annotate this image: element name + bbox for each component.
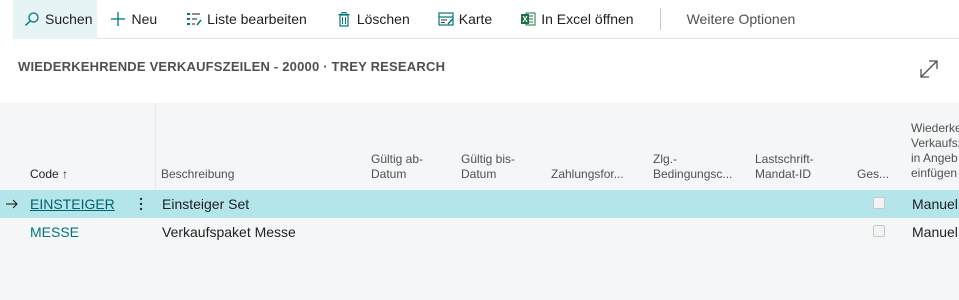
trash-icon — [335, 10, 353, 28]
open-in-excel-label: In Excel öffnen — [541, 11, 634, 27]
card-button[interactable]: Karte — [437, 0, 492, 39]
search-button[interactable]: Suchen — [13, 0, 98, 39]
row-description: Verkaufspaket Messe — [162, 224, 296, 240]
edit-list-icon — [185, 10, 203, 28]
row-blocked-checkbox[interactable] — [873, 225, 885, 237]
row-insert-value[interactable]: Manuel — [912, 190, 958, 218]
row-code-link[interactable]: MESSE — [30, 218, 79, 246]
new-label: Neu — [131, 11, 158, 27]
more-options-button[interactable]: Weitere Optionen — [687, 0, 796, 39]
action-bar: Suchen Neu Liste bearbeiten Löschen Kart… — [13, 0, 959, 39]
grid-header: Code ↑ Beschreibung Gültig ab- Datum Gül… — [0, 103, 959, 189]
row-description: Einsteiger Set — [162, 196, 250, 212]
page-title: WIEDERKEHRENDE VERKAUFSZEILEN - 20000 · … — [18, 59, 446, 74]
column-header-blocked[interactable]: Ges... — [857, 167, 889, 182]
toolbar-divider — [659, 8, 661, 30]
current-row-arrow-icon — [5, 197, 19, 211]
edit-list-label: Liste bearbeiten — [207, 11, 307, 27]
delete-button[interactable]: Löschen — [335, 0, 410, 39]
row-blocked-checkbox[interactable] — [873, 197, 885, 209]
edit-list-button[interactable]: Liste bearbeiten — [185, 0, 307, 39]
column-header-insert-recurring[interactable]: Wiederke Verkaufsz in Angeb einfügen — [911, 121, 959, 181]
column-header-payment-method[interactable]: Zahlungsfor... — [551, 167, 624, 182]
more-options-label: Weitere Optionen — [686, 11, 796, 27]
expand-icon[interactable] — [917, 57, 941, 81]
column-header-valid-to[interactable]: Gültig bis- Datum — [461, 152, 515, 182]
recurring-sales-lines-grid: Code ↑ Beschreibung Gültig ab- Datum Gül… — [0, 103, 959, 300]
row-code-link[interactable]: EINSTEIGER — [30, 190, 115, 218]
header-divider — [155, 103, 156, 189]
table-row[interactable]: MESSE Verkaufspaket Messe Manuel — [0, 218, 959, 246]
new-button[interactable]: Neu — [109, 0, 157, 39]
column-header-code[interactable]: Code ↑ — [30, 167, 68, 182]
svg-text:X: X — [523, 15, 529, 24]
column-header-payment-terms[interactable]: Zlg.- Bedingungsc... — [653, 152, 732, 182]
row-actions-icon[interactable] — [136, 195, 146, 213]
sort-ascending-icon: ↑ — [62, 167, 69, 181]
excel-icon: X — [519, 10, 537, 28]
column-header-valid-from[interactable]: Gültig ab- Datum — [371, 152, 423, 182]
table-row[interactable]: EINSTEIGER Einsteiger Set Manuel — [0, 190, 959, 218]
column-header-description[interactable]: Beschreibung — [161, 167, 234, 182]
plus-icon — [109, 10, 127, 28]
delete-label: Löschen — [356, 11, 410, 27]
column-header-mandate-id[interactable]: Lastschrift- Mandat-ID — [755, 152, 814, 182]
open-in-excel-button[interactable]: X In Excel öffnen — [519, 0, 634, 39]
row-insert-value[interactable]: Manuel — [912, 218, 958, 246]
search-icon — [23, 10, 41, 28]
card-icon — [437, 10, 455, 28]
card-label: Karte — [458, 11, 493, 27]
search-label: Suchen — [45, 11, 93, 27]
